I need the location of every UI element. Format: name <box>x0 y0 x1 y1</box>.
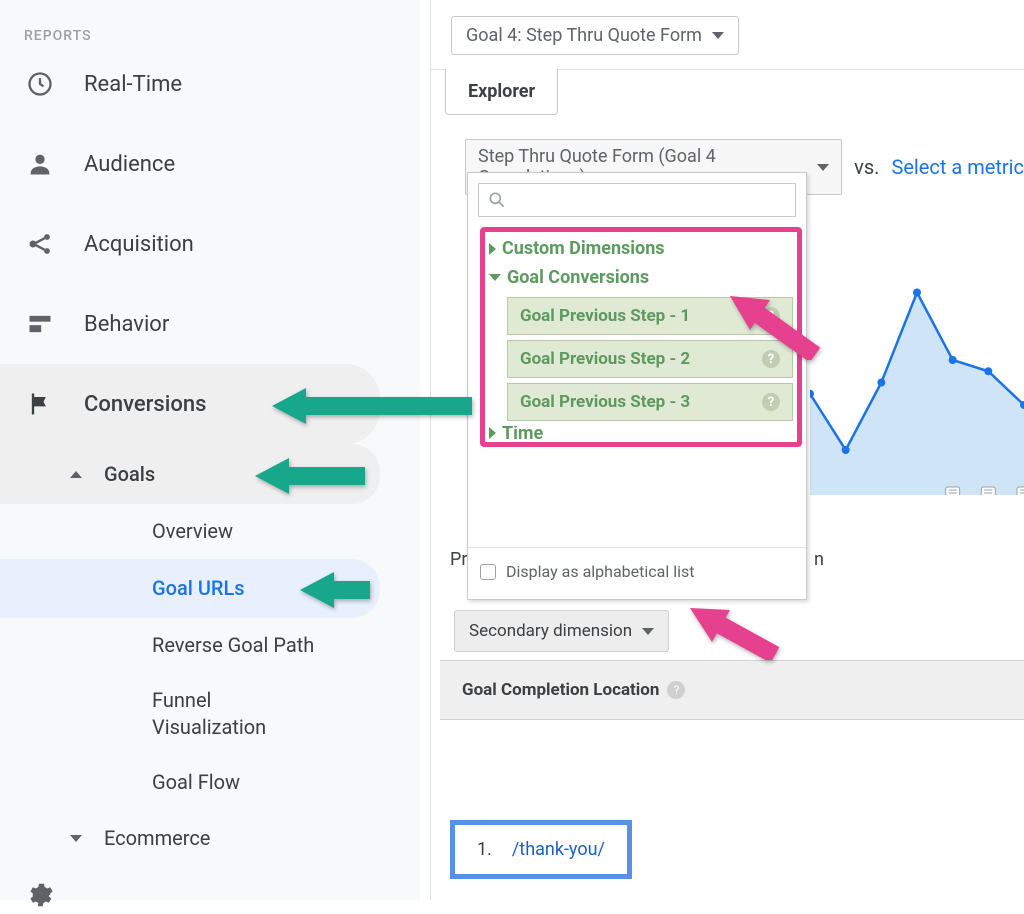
primary-dim-left: Pr <box>450 549 467 570</box>
nav-realtime[interactable]: Real-Time <box>0 44 420 124</box>
tree-category-label: Goal Conversions <box>507 267 649 288</box>
caret-down-icon <box>70 835 82 842</box>
tab-explorer[interactable]: Explorer <box>445 69 558 115</box>
vs-text: vs. <box>854 155 879 179</box>
tree-item-goal-prev-3[interactable]: Goal Previous Step - 3 ? <box>507 383 793 421</box>
line-chart <box>810 270 1024 495</box>
sidebar-item-goal-flow[interactable]: Goal Flow <box>0 755 420 810</box>
clock-icon <box>24 68 56 100</box>
gear-icon <box>24 880 54 910</box>
goal-selector-label: Goal 4: Step Thru Quote Form <box>466 25 702 46</box>
chevron-down-icon <box>642 628 654 635</box>
annotation-arrow-teal <box>272 386 472 426</box>
popover-search-input[interactable] <box>478 183 796 217</box>
table-row-highlight: 1. /thank-you/ <box>450 820 632 879</box>
tree-item-label: Goal Previous Step - 3 <box>520 392 690 412</box>
nav-behavior[interactable]: Behavior <box>0 284 420 364</box>
row-url[interactable]: /thank-you/ <box>512 839 605 860</box>
search-icon <box>487 190 507 210</box>
alpha-checkbox[interactable] <box>480 564 496 580</box>
sidebar-item-funnel-visualization[interactable]: Funnel Visualization <box>0 673 300 755</box>
nav-label: Real-Time <box>84 72 182 97</box>
tree-item-label: Goal Previous Step - 1 <box>520 306 690 326</box>
secondary-dimension-label: Secondary dimension <box>469 621 632 641</box>
tree-arrow-icon <box>489 274 501 281</box>
nav-acquisition[interactable]: Acquisition <box>0 204 420 284</box>
popover-footer: Display as alphabetical list <box>468 547 806 599</box>
tree-item-label: Goal Previous Step - 2 <box>520 349 690 369</box>
tree-category-custom-dimensions[interactable]: Custom Dimensions <box>489 234 793 263</box>
tree-category-label: Time <box>502 426 543 440</box>
goal-selector[interactable]: Goal 4: Step Thru Quote Form <box>451 16 739 55</box>
select-metric-link[interactable]: Select a metric <box>891 155 1024 179</box>
sidebar-item-overview[interactable]: Overview <box>0 504 420 559</box>
sidebar-item-label: Ecommerce <box>104 826 210 850</box>
annotation-arrow-teal <box>300 570 370 610</box>
tree-arrow-icon <box>489 243 496 255</box>
nav-label: Conversions <box>84 392 206 417</box>
popover-list: Custom Dimensions Goal Conversions Goal … <box>468 227 806 547</box>
help-icon[interactable]: ? <box>667 681 685 699</box>
sidebar-item-ecommerce[interactable]: Ecommerce <box>0 810 420 866</box>
nav-label: Behavior <box>84 312 169 337</box>
sidebar-item-label: Goals <box>104 462 155 486</box>
chevron-down-icon <box>817 164 829 171</box>
table-header-label: Goal Completion Location <box>462 680 659 700</box>
caret-up-icon <box>70 471 82 478</box>
alpha-checkbox-label: Display as alphabetical list <box>506 562 694 581</box>
chevron-down-icon <box>712 32 724 39</box>
row-number: 1. <box>477 839 492 860</box>
nav-label: Acquisition <box>84 232 194 257</box>
sidebar: REPORTS Real-Time Audience Acquisition B… <box>0 0 420 900</box>
table-header: Goal Completion Location ? <box>440 660 1024 720</box>
sidebar-heading: REPORTS <box>0 28 420 44</box>
primary-dim-right: n <box>814 549 824 570</box>
help-icon[interactable]: ? <box>762 393 780 411</box>
flag-icon <box>24 388 56 420</box>
share-icon <box>24 228 56 260</box>
tree-category-goal-conversions[interactable]: Goal Conversions <box>489 263 793 292</box>
nav-audience[interactable]: Audience <box>0 124 420 204</box>
person-icon <box>24 148 56 180</box>
tree-category-time[interactable]: Time <box>489 426 793 440</box>
nav-label: Audience <box>84 152 175 177</box>
annotation-arrow-pink <box>680 600 780 660</box>
annotation-arrow-teal <box>255 456 365 496</box>
tabs: Explorer <box>431 70 1024 115</box>
sidebar-item-reverse-goal-path[interactable]: Reverse Goal Path <box>0 618 420 673</box>
tree-category-label: Custom Dimensions <box>502 238 665 259</box>
popover-search <box>468 173 806 227</box>
annotation-arrow-pink <box>720 290 820 360</box>
secondary-dimension-dropdown[interactable]: Secondary dimension <box>454 610 669 652</box>
dimension-popover: Custom Dimensions Goal Conversions Goal … <box>467 172 807 600</box>
layout-icon <box>24 308 56 340</box>
admin-gear[interactable] <box>0 866 420 914</box>
tree-arrow-icon <box>489 427 496 439</box>
